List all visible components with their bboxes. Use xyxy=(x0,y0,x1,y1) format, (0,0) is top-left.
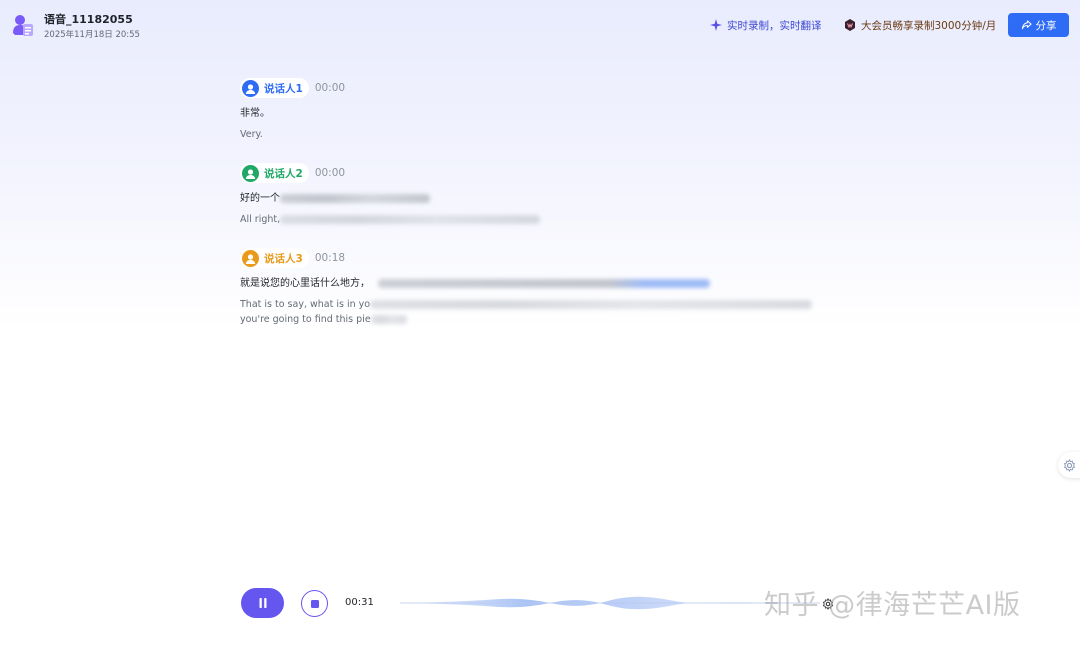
gear-icon xyxy=(1063,458,1076,472)
segment-timestamp[interactable]: 00:00 xyxy=(315,167,345,179)
speaker-avatar-icon xyxy=(242,79,259,97)
realtime-translate-label: 实时录制，实时翻译 xyxy=(727,19,822,32)
vip-badge-icon xyxy=(845,19,855,31)
redacted-text xyxy=(370,315,407,324)
sparkle-icon xyxy=(710,19,722,31)
speaker-name: 说话人1 xyxy=(264,82,303,95)
speaker-avatar-icon xyxy=(242,164,259,182)
pause-button[interactable] xyxy=(241,588,284,618)
speaker-tag[interactable]: 说话人1 xyxy=(240,78,309,98)
recording-datetime: 2025年11月18日 20:55 xyxy=(44,30,140,40)
pause-icon xyxy=(259,598,266,608)
speaker-row: 说话人3 00:18 xyxy=(240,248,812,268)
translated-text: All right, xyxy=(240,212,541,227)
speaker-tag[interactable]: 说话人3 xyxy=(240,248,309,268)
redacted-text xyxy=(280,215,541,224)
speaker-name: 说话人3 xyxy=(264,252,303,265)
stop-button[interactable] xyxy=(301,590,328,617)
speaker-name: 说话人2 xyxy=(264,167,303,180)
voice-memo-logo-icon xyxy=(13,15,33,36)
side-settings-button[interactable] xyxy=(1058,452,1080,478)
stop-icon xyxy=(310,599,319,608)
redacted-text xyxy=(378,278,710,288)
audio-waveform xyxy=(400,596,820,610)
speaker-row: 说话人1 00:00 xyxy=(240,78,345,98)
translated-text: That is to say, what is in yo you're goi… xyxy=(240,297,813,327)
realtime-translate-link[interactable]: 实时录制，实时翻译 xyxy=(710,17,822,33)
share-icon xyxy=(1021,19,1032,29)
original-text: 好的一个 xyxy=(240,192,540,206)
vip-upgrade-label: 大会员畅享录制3000分钟/月 xyxy=(861,19,997,32)
transcript-segment: 说话人1 00:00 非常。 Very. xyxy=(240,78,345,142)
recording-title[interactable]: 语音_11182055 xyxy=(44,11,133,27)
original-text: 就是说您的心里话什么地方， xyxy=(240,277,812,291)
redacted-text xyxy=(370,300,813,309)
header: 语音_11182055 2025年11月18日 20:55 实时录制，实时翻译 … xyxy=(0,0,1080,50)
segment-timestamp[interactable]: 00:18 xyxy=(315,252,345,264)
watermark-text: 知乎 @律海芒芒AI版 xyxy=(764,590,1021,621)
share-button[interactable]: 分享 xyxy=(1008,13,1069,37)
transcript-segment: 说话人2 00:00 好的一个 All right, xyxy=(240,163,541,227)
speaker-avatar-icon xyxy=(242,249,259,267)
speaker-row: 说话人2 00:00 xyxy=(240,163,540,183)
original-text: 非常。 xyxy=(240,108,270,119)
transcript-segment: 说话人3 00:18 就是说您的心里话什么地方， That is to say,… xyxy=(240,248,813,327)
speaker-tag[interactable]: 说话人2 xyxy=(240,163,309,183)
segment-timestamp[interactable]: 00:00 xyxy=(315,82,345,94)
redacted-text xyxy=(280,193,430,203)
elapsed-time: 00:31 xyxy=(345,597,374,608)
translated-text: Very. xyxy=(240,129,263,140)
vip-upgrade-link[interactable]: 大会员畅享录制3000分钟/月 xyxy=(844,17,996,33)
share-label: 分享 xyxy=(1035,19,1057,32)
